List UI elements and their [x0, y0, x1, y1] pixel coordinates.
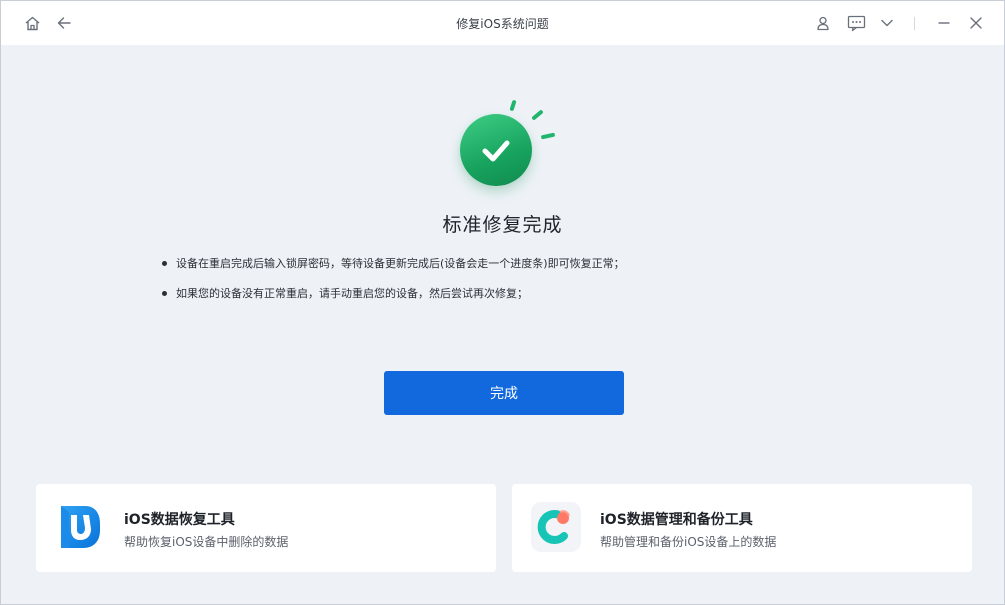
data-recovery-tool-card[interactable]: iOS数据恢复工具 帮助恢复iOS设备中删除的数据: [36, 484, 496, 572]
data-manager-tool-card[interactable]: iOS数据管理和备份工具 帮助管理和备份iOS设备上的数据: [512, 484, 972, 572]
app-window: 修复iOS系统问题 标准修复完成 设备在重启完成后输入锁屏密码，等待设备更新完成…: [0, 0, 1005, 605]
instruction-item: 设备在重启完成后输入锁屏密码，等待设备更新完成后(设备会走一个进度条)即可恢复正…: [161, 256, 861, 272]
minimize-icon[interactable]: [934, 13, 954, 33]
instruction-list: 设备在重启完成后输入锁屏密码，等待设备更新完成后(设备会走一个进度条)即可恢复正…: [161, 256, 861, 316]
success-check-icon: [431, 89, 571, 199]
sparkle-ray: [540, 132, 556, 140]
card-subtitle: 帮助管理和备份iOS设备上的数据: [600, 535, 777, 549]
done-button[interactable]: 完成: [384, 371, 624, 415]
sparkle-ray: [531, 109, 544, 121]
title-bar: 修复iOS系统问题: [1, 1, 1004, 45]
card-title: iOS数据管理和备份工具: [600, 512, 753, 528]
chevron-down-icon[interactable]: [877, 13, 897, 33]
result-heading: 标准修复完成: [442, 214, 563, 236]
data-recovery-app-icon: [55, 502, 105, 552]
card-title: iOS数据恢复工具: [124, 512, 235, 528]
close-icon[interactable]: [966, 13, 986, 33]
card-subtitle: 帮助恢复iOS设备中删除的数据: [124, 535, 289, 549]
user-icon[interactable]: [813, 13, 833, 33]
sparkle-ray: [509, 99, 517, 112]
instruction-item: 如果您的设备没有正常重启，请手动重启您的设备，然后尝试再次修复；: [161, 286, 861, 302]
feedback-icon[interactable]: [845, 13, 867, 33]
data-manager-app-icon: [531, 502, 581, 552]
titlebar-divider: [914, 17, 915, 30]
